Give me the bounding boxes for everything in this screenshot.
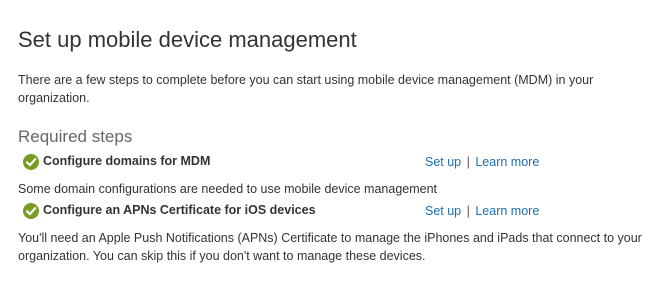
step-actions: Set up | Learn more (425, 155, 539, 169)
learn-more-link[interactable]: Learn more (475, 204, 539, 218)
link-separator: | (466, 204, 470, 218)
link-separator: | (466, 155, 470, 169)
check-circle-icon (23, 203, 39, 219)
check-circle-icon (23, 154, 39, 170)
step-configure-apns-certificate: Configure an APNs Certificate for iOS de… (18, 201, 643, 263)
intro-text: There are a few steps to complete before… (18, 73, 594, 105)
step-description: Some domain configurations are needed to… (18, 182, 438, 196)
step-actions: Set up | Learn more (425, 204, 539, 218)
step-title: Configure an APNs Certificate for iOS de… (43, 203, 316, 217)
set-up-link[interactable]: Set up (425, 204, 461, 218)
required-steps-heading: Required steps (18, 127, 133, 146)
page-title: Set up mobile device management (18, 27, 357, 52)
step-title: Configure domains for MDM (43, 154, 211, 168)
step-configure-domains: Configure domains for MDM Set up | Learn… (18, 152, 643, 196)
set-up-link[interactable]: Set up (425, 155, 461, 169)
step-header: Configure an APNs Certificate for iOS de… (18, 201, 643, 221)
step-description: You'll need an Apple Push Notifications … (18, 231, 642, 263)
learn-more-link[interactable]: Learn more (475, 155, 539, 169)
step-header: Configure domains for MDM Set up | Learn… (18, 152, 643, 172)
